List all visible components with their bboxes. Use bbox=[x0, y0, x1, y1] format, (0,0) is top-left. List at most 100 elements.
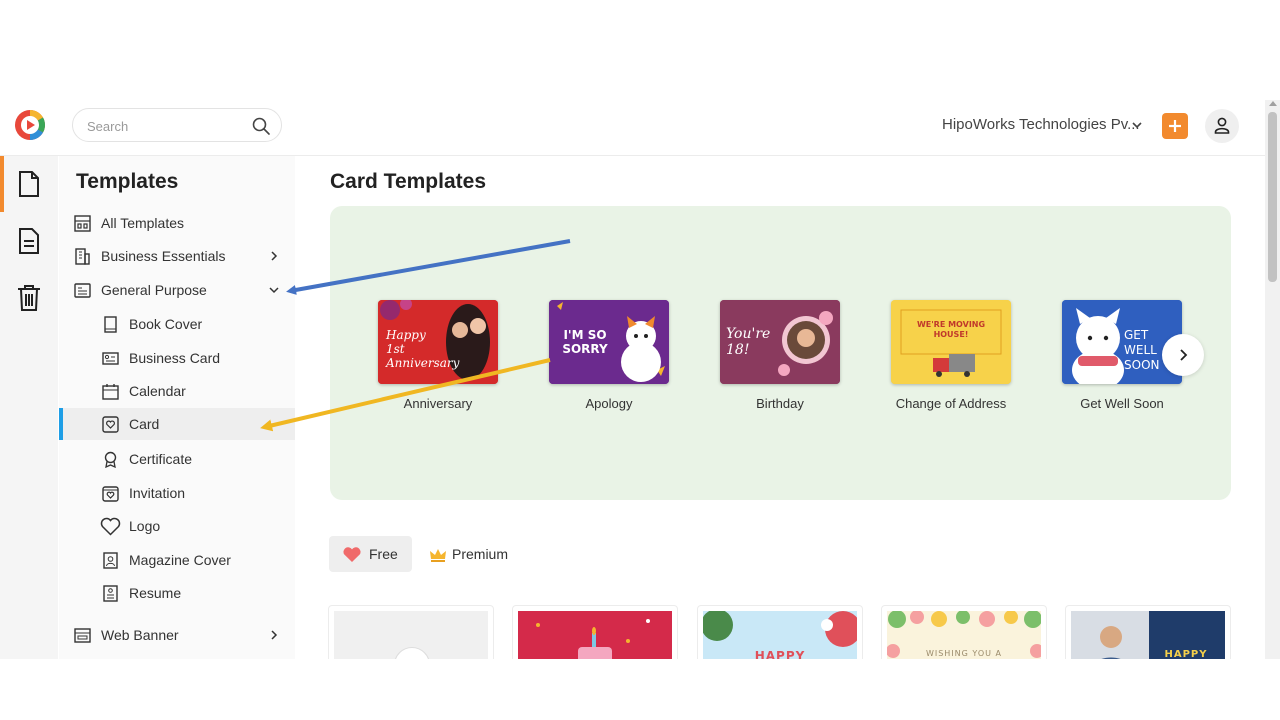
chevron-down-icon[interactable] bbox=[1130, 118, 1144, 132]
category-apology[interactable]: I'M SO SORRY Apology bbox=[534, 300, 684, 420]
sidebar-item-general-purpose[interactable]: General Purpose bbox=[59, 274, 295, 306]
rail-templates[interactable] bbox=[0, 156, 58, 212]
thumbnail-text: WE'RE MOVING HOUSE! bbox=[916, 320, 986, 339]
sidebar-item-all-templates[interactable]: All Templates bbox=[59, 207, 295, 239]
chevron-right-icon[interactable] bbox=[267, 628, 281, 642]
category-thumbnail[interactable]: I'M SO SORRY bbox=[549, 300, 669, 384]
sidebar-item-business-card[interactable]: Business Card bbox=[59, 342, 295, 374]
user-icon bbox=[1214, 117, 1230, 134]
top-bar: HipoWorks Technologies Pv... bbox=[0, 100, 1265, 156]
sidebar-item-book-cover[interactable]: Book Cover bbox=[59, 308, 295, 340]
sidebar-item-resume[interactable]: Resume bbox=[59, 577, 295, 609]
sidebar-item-label: Resume bbox=[129, 585, 182, 601]
chevron-right-icon bbox=[1180, 349, 1188, 361]
sidebar-item-label: Invitation bbox=[129, 485, 186, 501]
active-indicator bbox=[59, 408, 63, 440]
template-card[interactable]: HAPPY bbox=[697, 605, 863, 659]
template-card[interactable] bbox=[512, 605, 678, 659]
chevron-down-icon[interactable] bbox=[267, 283, 281, 297]
chevron-right-icon[interactable] bbox=[267, 249, 281, 263]
category-anniversary[interactable]: Happy 1st Anniversary Anniversary bbox=[363, 300, 513, 420]
sidebar-item-web-banner[interactable]: Web Banner bbox=[59, 619, 295, 651]
vertical-scrollbar[interactable] bbox=[1265, 100, 1280, 659]
heart-icon bbox=[100, 517, 121, 536]
search-box[interactable] bbox=[72, 108, 282, 142]
general-purpose-icon bbox=[74, 283, 91, 298]
birthday-cake-art bbox=[536, 619, 650, 659]
carousel-next-button[interactable] bbox=[1162, 334, 1204, 376]
rail-trash[interactable] bbox=[0, 270, 58, 326]
templates-sidebar: Templates All Templates Business Essenti… bbox=[59, 156, 295, 659]
portrait-panel bbox=[1071, 611, 1149, 659]
category-label: Apology bbox=[585, 396, 633, 411]
rail-active-indicator bbox=[0, 156, 4, 212]
app-window: HipoWorks Technologies Pv... bbox=[0, 100, 1280, 659]
add-blank-icon[interactable] bbox=[394, 647, 430, 659]
sidebar-item-label: Calendar bbox=[129, 383, 186, 399]
thumbnail-text: You're 18! bbox=[726, 326, 771, 358]
filter-premium-button[interactable]: Premium bbox=[418, 536, 518, 572]
template-text: HAPPY 35TH bbox=[1164, 649, 1208, 659]
sidebar-item-magazine-cover[interactable]: Magazine Cover bbox=[59, 544, 295, 576]
thumbnail-text: Happy 1st Anniversary bbox=[386, 328, 460, 370]
template-card[interactable]: WISHING YOU A bbox=[881, 605, 1047, 659]
filter-label: Premium bbox=[452, 546, 509, 562]
file-text-icon bbox=[19, 228, 39, 254]
crown-icon bbox=[430, 549, 446, 562]
sidebar-item-label: Book Cover bbox=[129, 316, 203, 332]
template-thumbnail bbox=[334, 611, 488, 659]
sidebar-item-card[interactable]: Card bbox=[59, 408, 295, 440]
page-title: Card Templates bbox=[330, 170, 486, 193]
sidebar-item-label: Logo bbox=[129, 518, 161, 534]
sidebar-item-label: Web Banner bbox=[101, 627, 179, 643]
search-input[interactable] bbox=[87, 117, 247, 135]
plus-icon bbox=[1169, 120, 1181, 132]
template-card[interactable]: HAPPY 35TH bbox=[1065, 605, 1231, 659]
user-avatar[interactable] bbox=[1205, 109, 1239, 143]
document-icon bbox=[19, 171, 39, 197]
sidebar-item-business-essentials[interactable]: Business Essentials bbox=[59, 240, 295, 272]
man-portrait-art bbox=[1100, 626, 1122, 659]
moving-truck-thumbnail-art bbox=[891, 300, 1011, 384]
template-thumbnail bbox=[518, 611, 672, 659]
sidebar-title: Templates bbox=[76, 170, 179, 193]
heart-card-icon bbox=[102, 416, 119, 433]
book-icon bbox=[104, 316, 117, 333]
category-change-of-address[interactable]: WE'RE MOVING HOUSE! Change of Address bbox=[876, 300, 1026, 420]
sidebar-item-label: General Purpose bbox=[101, 282, 207, 298]
template-thumbnail: HAPPY bbox=[703, 611, 857, 659]
add-button[interactable] bbox=[1162, 113, 1188, 139]
sidebar-item-certificate[interactable]: Certificate bbox=[59, 443, 295, 475]
sidebar-item-calendar[interactable]: Calendar bbox=[59, 375, 295, 407]
sidebar-item-logo[interactable]: Logo bbox=[59, 510, 295, 542]
scrollbar-thumb[interactable] bbox=[1268, 112, 1277, 282]
web-banner-icon bbox=[74, 628, 91, 643]
category-thumbnail[interactable]: You're 18! bbox=[720, 300, 840, 384]
category-birthday[interactable]: You're 18! Birthday bbox=[705, 300, 855, 420]
category-label: Get Well Soon bbox=[1080, 396, 1164, 411]
sidebar-item-invitation[interactable]: Invitation bbox=[59, 477, 295, 509]
category-carousel: Happy 1st Anniversary Anniversary I'M SO… bbox=[330, 206, 1231, 500]
sidebar-item-label: Certificate bbox=[129, 451, 193, 467]
heart-icon bbox=[343, 547, 361, 562]
calendar-icon bbox=[102, 384, 119, 400]
organization-name[interactable]: HipoWorks Technologies Pv... bbox=[942, 116, 1140, 133]
template-card-blank[interactable] bbox=[328, 605, 494, 659]
rail-documents[interactable] bbox=[0, 213, 58, 269]
category-label: Change of Address bbox=[895, 396, 1007, 411]
sidebar-item-label: Magazine Cover bbox=[129, 552, 231, 568]
category-label: Birthday bbox=[756, 396, 804, 411]
category-thumbnail[interactable]: GET WELL SOON bbox=[1062, 300, 1182, 384]
category-label: Anniversary bbox=[403, 396, 473, 411]
sidebar-item-label: Card bbox=[129, 416, 160, 432]
invitation-icon bbox=[102, 486, 119, 502]
filter-free-button[interactable]: Free bbox=[329, 536, 412, 572]
app-logo[interactable] bbox=[14, 109, 46, 141]
scroll-up-arrow[interactable] bbox=[1269, 101, 1277, 106]
category-thumbnail[interactable]: Happy 1st Anniversary bbox=[378, 300, 498, 384]
portrait-icon bbox=[103, 552, 118, 569]
template-thumbnail: HAPPY 35TH bbox=[1071, 611, 1225, 659]
left-rail bbox=[0, 156, 58, 659]
category-thumbnail[interactable]: WE'RE MOVING HOUSE! bbox=[891, 300, 1011, 384]
search-icon[interactable] bbox=[251, 116, 271, 136]
